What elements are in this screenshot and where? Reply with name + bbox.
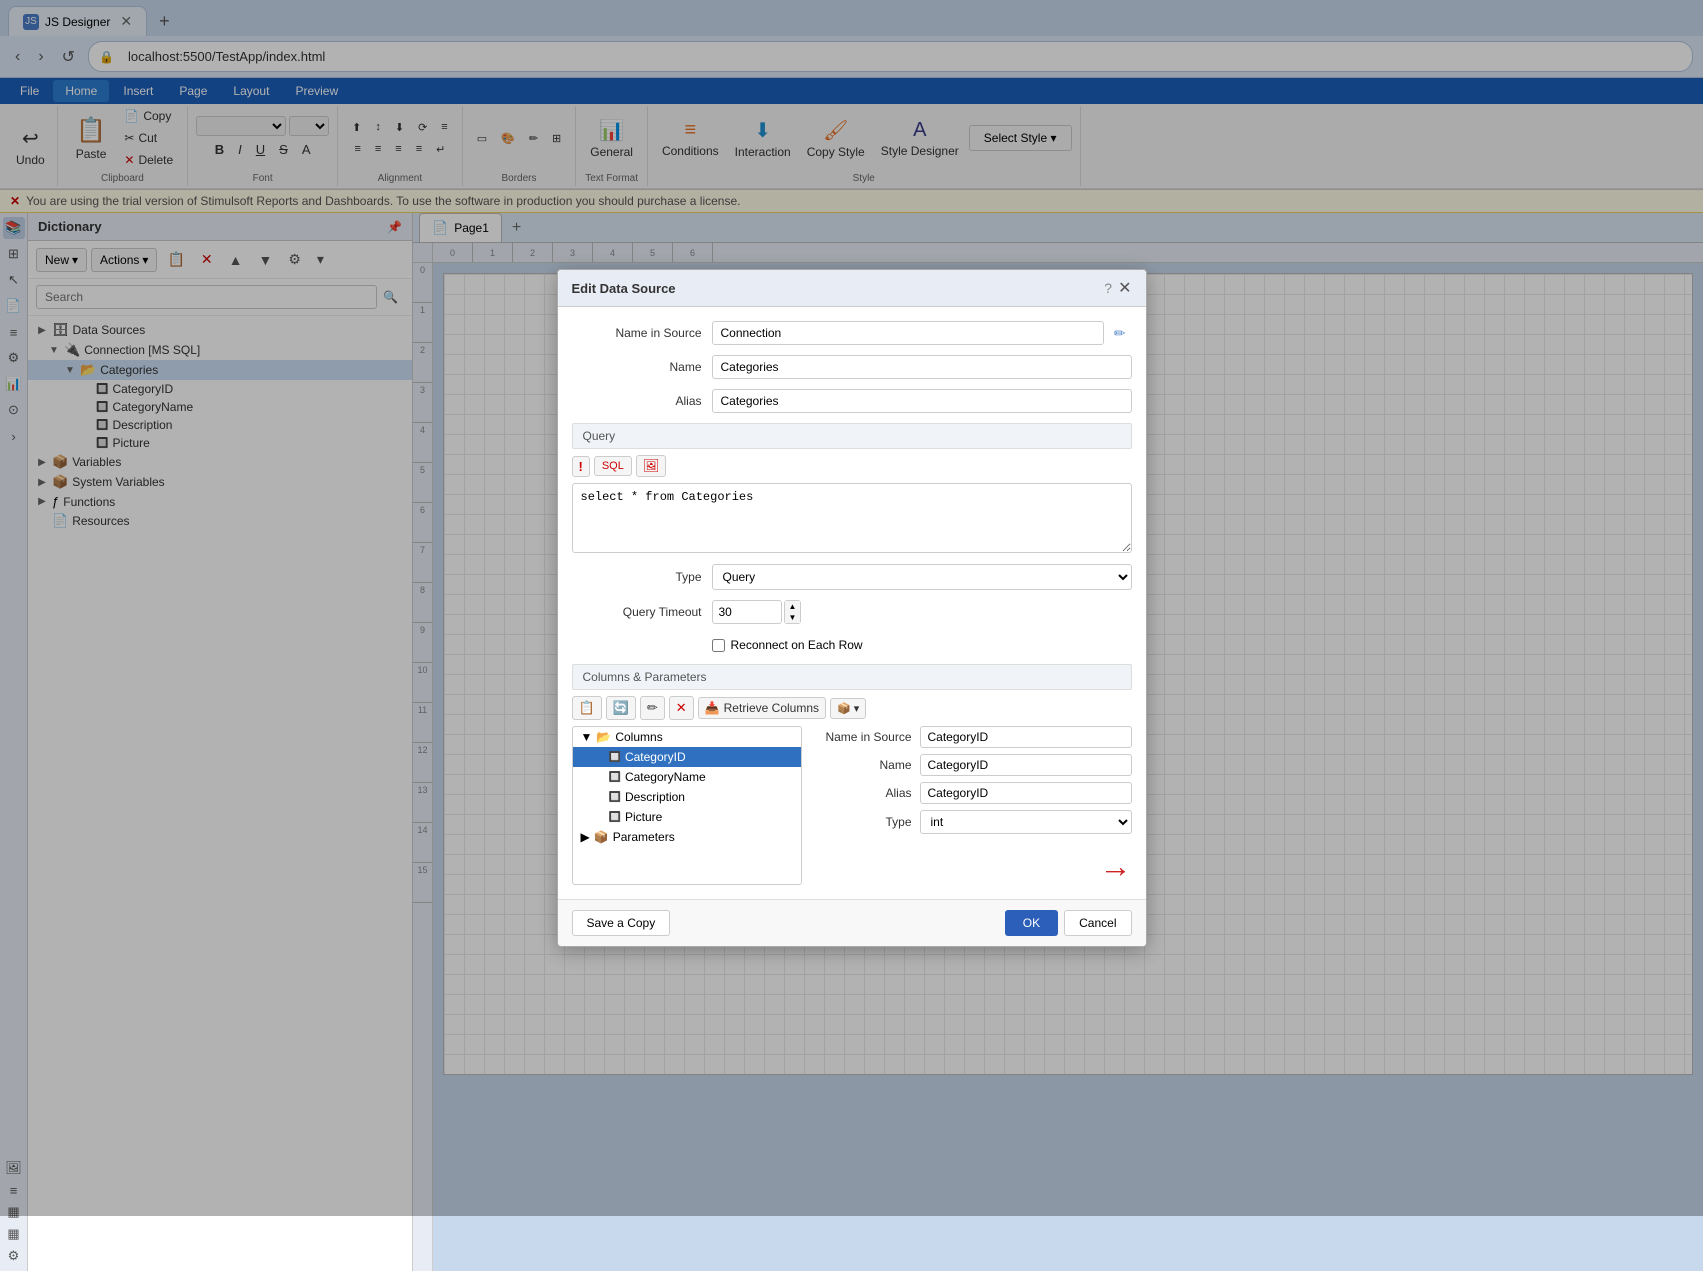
alias-input[interactable]	[712, 389, 1132, 413]
col-picture-icon: 🔲	[609, 812, 621, 823]
detail-name-in-source-label: Name in Source	[812, 730, 912, 744]
col-tree-root[interactable]: ▼ 📂 Columns	[573, 727, 801, 747]
edit-data-source-modal: Edit Data Source ? ✕ Name in Source ✏ Na…	[557, 269, 1147, 947]
name-in-source-label: Name in Source	[572, 326, 702, 340]
detail-name-in-source-row: Name in Source	[812, 726, 1132, 748]
col-edit-btn[interactable]: ✏	[640, 696, 665, 720]
modal-body: Name in Source ✏ Name Alias Query ! SQL	[558, 307, 1146, 899]
col-refresh-btn[interactable]: 🔄	[606, 696, 636, 720]
query-sql-btn[interactable]: SQL	[594, 456, 632, 476]
col-add-btn[interactable]: 📋	[572, 696, 602, 720]
col-root-icon: 📂	[596, 730, 611, 744]
detail-alias-input[interactable]	[920, 782, 1132, 804]
col-tree-categoryid[interactable]: 🔲 CategoryID	[573, 747, 801, 767]
red-arrow-icon: →	[1100, 848, 1132, 885]
col-tree-picture[interactable]: 🔲 Picture	[573, 807, 801, 827]
query-timeout-row: Query Timeout ▲ ▼	[572, 600, 1132, 624]
reconnect-row: Reconnect on Each Row	[712, 634, 1132, 656]
footer-right-buttons: OK Cancel	[1005, 910, 1132, 936]
col-parameters-icon: 📦	[594, 830, 609, 844]
detail-name-row: Name	[812, 754, 1132, 776]
detail-name-in-source-input[interactable]	[920, 726, 1132, 748]
alias-label: Alias	[572, 394, 702, 408]
query-visual-btn[interactable]: 🖼	[636, 455, 667, 477]
detail-type-select[interactable]: int string datetime	[920, 810, 1132, 834]
detail-alias-row: Alias	[812, 782, 1132, 804]
detail-name-input[interactable]	[920, 754, 1132, 776]
reconnect-label: Reconnect on Each Row	[731, 638, 863, 652]
col-description-label: Description	[625, 790, 685, 804]
sidebar-icon-settings[interactable]: ⚙	[3, 1245, 25, 1267]
modal-overlay: Edit Data Source ? ✕ Name in Source ✏ Na…	[0, 0, 1703, 1216]
detail-type-label: Type	[812, 815, 912, 829]
alias-row: Alias	[572, 389, 1132, 413]
name-row: Name	[572, 355, 1132, 379]
modal-help-btn[interactable]: ?	[1104, 280, 1112, 296]
col-categoryid-icon: 🔲	[609, 752, 621, 763]
modal-close-btn[interactable]: ✕	[1118, 278, 1131, 298]
name-in-source-input[interactable]	[712, 321, 1104, 345]
reconnect-checkbox[interactable]	[712, 639, 725, 652]
columns-detail: Name in Source Name Alias Type i	[812, 726, 1132, 885]
columns-toolbar: 📋 🔄 ✏ ✕ 📥 Retrieve Columns 📦 ▾	[572, 696, 1132, 720]
query-textarea[interactable]: select * from Categories	[572, 483, 1132, 553]
col-tree-description[interactable]: 🔲 Description	[573, 787, 801, 807]
col-tree-categoryname[interactable]: 🔲 CategoryName	[573, 767, 801, 787]
sidebar-icon-grid[interactable]: ▦	[3, 1223, 25, 1245]
timeout-up-btn[interactable]: ▲	[785, 601, 801, 612]
ok-button[interactable]: OK	[1005, 910, 1058, 936]
col-more-btn[interactable]: 📦 ▾	[830, 698, 866, 719]
query-section-header: Query	[572, 423, 1132, 449]
modal-header: Edit Data Source ? ✕	[558, 270, 1146, 307]
timeout-down-btn[interactable]: ▼	[785, 612, 801, 623]
retrieve-columns-btn[interactable]: 📥 Retrieve Columns	[698, 697, 826, 719]
modal-footer: Save a Copy OK Cancel	[558, 899, 1146, 946]
col-tree-parameters[interactable]: ▶ 📦 Parameters	[573, 827, 801, 847]
query-toolbar: ! SQL 🖼	[572, 455, 1132, 477]
col-expand-root: ▼	[581, 730, 593, 744]
detail-type-row: Type int string datetime	[812, 810, 1132, 834]
col-picture-label: Picture	[625, 810, 662, 824]
detail-name-label: Name	[812, 758, 912, 772]
name-label: Name	[572, 360, 702, 374]
columns-layout: ▼ 📂 Columns 🔲 CategoryID 🔲 Catego	[572, 726, 1132, 885]
columns-tree: ▼ 📂 Columns 🔲 CategoryID 🔲 Catego	[572, 726, 802, 885]
retrieve-columns-icon: 📥	[705, 701, 720, 715]
query-timeout-label: Query Timeout	[572, 605, 702, 619]
query-timeout-field: ▲ ▼	[712, 600, 802, 624]
type-label: Type	[572, 570, 702, 584]
modal-header-buttons: ? ✕	[1104, 278, 1131, 298]
col-delete-btn[interactable]: ✕	[669, 696, 694, 720]
detail-alias-label: Alias	[812, 786, 912, 800]
col-parameters-label: Parameters	[613, 830, 675, 844]
timeout-spinner: ▲ ▼	[784, 600, 802, 624]
name-input[interactable]	[712, 355, 1132, 379]
red-arrow-container: →	[812, 848, 1132, 885]
query-error-btn[interactable]: !	[572, 456, 590, 477]
cancel-button[interactable]: Cancel	[1064, 910, 1131, 936]
col-expand-parameters: ▶	[581, 830, 590, 844]
col-description-icon: 🔲	[609, 792, 621, 803]
name-in-source-edit-btn[interactable]: ✏	[1108, 321, 1132, 345]
save-copy-button[interactable]: Save a Copy	[572, 910, 671, 936]
type-row: Type Query StoredProcedure TableOrView	[572, 564, 1132, 590]
modal-title: Edit Data Source	[572, 281, 676, 296]
columns-section-header: Columns & Parameters	[572, 664, 1132, 690]
col-categoryname-icon: 🔲	[609, 772, 621, 783]
col-categoryid-label: CategoryID	[625, 750, 686, 764]
name-in-source-field: ✏	[712, 321, 1132, 345]
col-categoryname-label: CategoryName	[625, 770, 706, 784]
col-root-label: Columns	[615, 730, 662, 744]
name-in-source-row: Name in Source ✏	[572, 321, 1132, 345]
type-select[interactable]: Query StoredProcedure TableOrView	[712, 564, 1132, 590]
query-timeout-input[interactable]	[712, 600, 782, 624]
